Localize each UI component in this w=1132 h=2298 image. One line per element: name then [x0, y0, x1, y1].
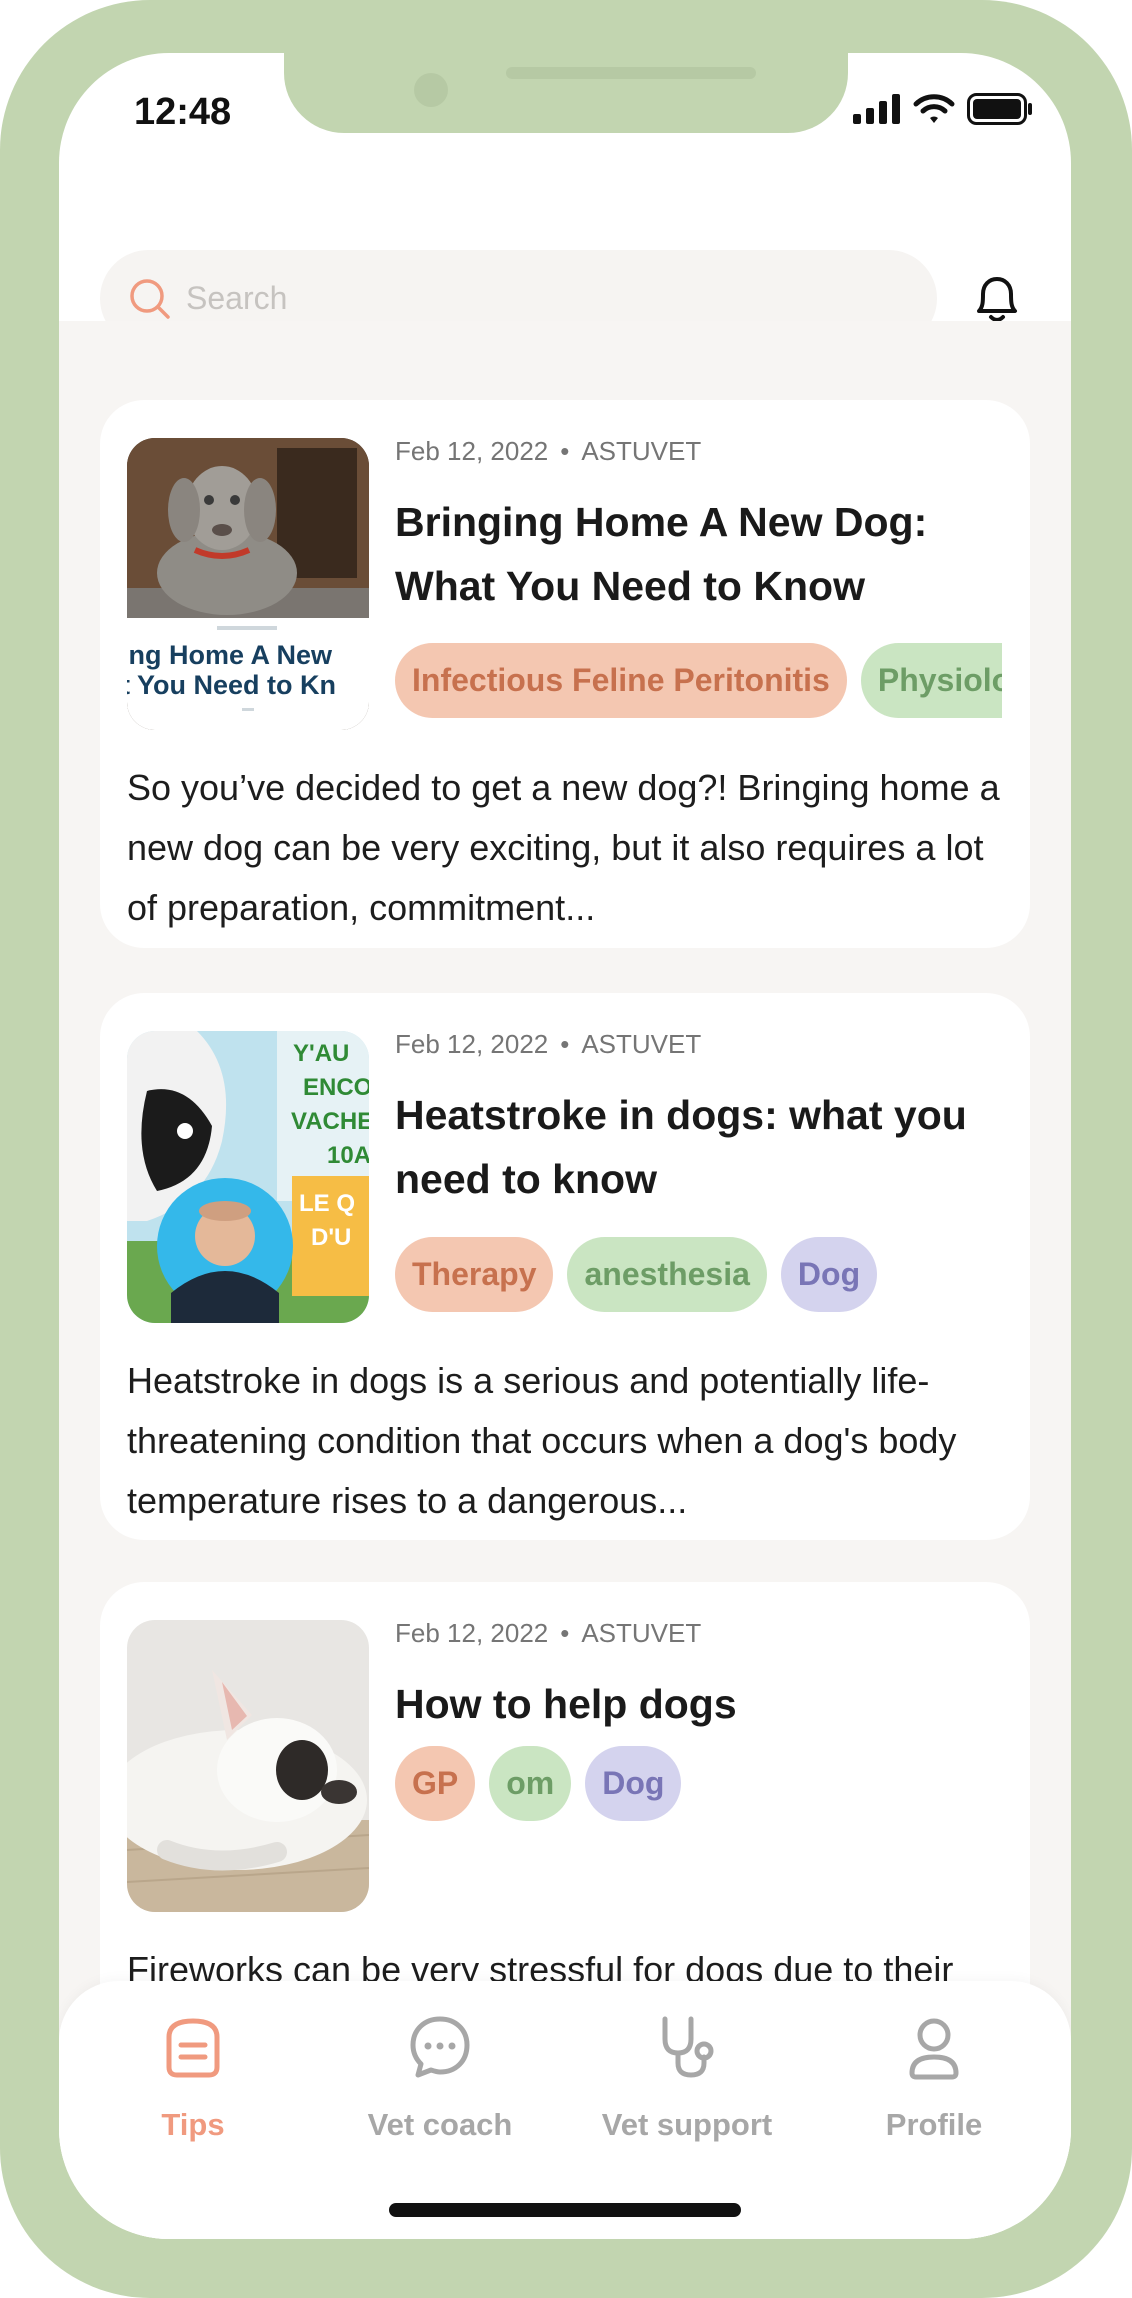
article-excerpt: Heatstroke in dogs is a serious and pote… [127, 1360, 957, 1521]
weimaraner-puppy-image: ing Home A New t You Need to Kn [127, 438, 369, 730]
article-date: Feb 12, 2022 [395, 1618, 549, 1648]
chat-bubble-icon [410, 2016, 470, 2078]
tab-label: Profile [885, 2107, 983, 2142]
battery-icon [967, 93, 1032, 125]
tab-tips[interactable]: Tips [73, 2011, 313, 2143]
article-thumbnail [127, 1620, 369, 1912]
cow-podcast-image: Y'AU ENCO VACHE 10A LE Q D'U [127, 1031, 369, 1323]
bottom-tab-bar: Tips Vet coach Vet support Profile [59, 1981, 1071, 2239]
thumbnail-text-line-1: ing Home A New [127, 640, 333, 670]
search-icon [130, 278, 170, 319]
search-input[interactable] [186, 280, 886, 317]
tag-chip[interactable]: Therapy [395, 1237, 554, 1312]
article-title[interactable]: How to help dogs [395, 1672, 995, 1736]
article-card[interactable]: ing Home A New t You Need to Kn Feb 12, … [100, 400, 1030, 948]
tab-vet-support[interactable]: Vet support [567, 2011, 807, 2143]
tag-chip[interactable]: Infectious Feline Peritonitis [395, 643, 847, 718]
article-feed[interactable]: ing Home A New t You Need to Kn Feb 12, … [59, 321, 1071, 2239]
tab-label: Vet coach [367, 2107, 513, 2142]
french-bulldog-image [127, 1620, 369, 1912]
article-excerpt: So you’ve decided to get a new dog?! Bri… [127, 767, 1000, 928]
signal-icon [853, 94, 900, 124]
thumbnail-text-line-5: LE Q [299, 1190, 355, 1217]
meta-separator: • [560, 1618, 570, 1648]
tab-vet-coach[interactable]: Vet coach [320, 2011, 560, 2143]
stethoscope-icon [662, 2016, 714, 2078]
tag-chip[interactable]: om [489, 1746, 572, 1821]
article-meta: Feb 12, 2022 • ASTUVET [395, 436, 701, 467]
tag-chip[interactable]: anesthesia [567, 1237, 767, 1312]
user-icon [909, 2018, 959, 2080]
tips-icon [166, 2018, 220, 2078]
camera-dot [414, 73, 448, 107]
status-time: 12:48 [134, 91, 232, 133]
status-icons [853, 93, 1033, 125]
article-thumbnail: ing Home A New t You Need to Kn [127, 438, 369, 730]
article-tags: Therapy anesthesia Dog [395, 1237, 1002, 1312]
article-title[interactable]: Heatstroke in dogs: what you need to kno… [395, 1083, 995, 1211]
speaker-grille [506, 67, 756, 79]
article-date: Feb 12, 2022 [395, 436, 549, 466]
meta-separator: • [560, 1029, 570, 1059]
notch [284, 53, 848, 133]
article-tags: GP om Dog [395, 1746, 1002, 1821]
tab-label: Vet support [601, 2107, 773, 2142]
tab-profile[interactable]: Profile [814, 2011, 1054, 2143]
article-card[interactable]: Y'AU ENCO VACHE 10A LE Q D'U Feb 12, 202… [100, 993, 1030, 1540]
article-meta: Feb 12, 2022 • ASTUVET [395, 1618, 701, 1649]
phone-frame: 12:48 Search ing Home A New t You Need t… [0, 0, 1132, 2298]
thumbnail-text-line-1: Y'AU [293, 1040, 349, 1067]
wifi-icon [913, 94, 955, 123]
tab-label: Tips [161, 2107, 225, 2142]
article-source: ASTUVET [581, 1029, 702, 1059]
tag-chip[interactable]: Dog [780, 1237, 878, 1312]
article-meta: Feb 12, 2022 • ASTUVET [395, 1029, 701, 1060]
article-tags: Infectious Feline Peritonitis Physiology [395, 643, 1002, 718]
home-indicator[interactable] [389, 2203, 741, 2217]
phone-screen: 12:48 Search ing Home A New t You Need t… [59, 53, 1071, 2239]
article-title[interactable]: Bringing Home A New Dog: What You Need t… [395, 490, 995, 618]
thumbnail-text-line-2: ENCO [303, 1074, 369, 1101]
tag-chip[interactable]: Physiology [860, 643, 1002, 718]
tag-chip[interactable]: GP [395, 1746, 476, 1821]
thumbnail-text-line-3: VACHE [291, 1108, 369, 1135]
article-thumbnail: Y'AU ENCO VACHE 10A LE Q D'U [127, 1031, 369, 1323]
thumbnail-text-line-6: D'U [311, 1224, 351, 1251]
article-source: ASTUVET [581, 436, 702, 466]
article-date: Feb 12, 2022 [395, 1029, 549, 1059]
article-source: ASTUVET [581, 1618, 702, 1648]
thumbnail-text-line-2: t You Need to Kn [127, 670, 336, 700]
thumbnail-text-line-4: 10A [327, 1142, 369, 1169]
tag-chip[interactable]: Dog [585, 1746, 682, 1821]
meta-separator: • [560, 436, 570, 466]
